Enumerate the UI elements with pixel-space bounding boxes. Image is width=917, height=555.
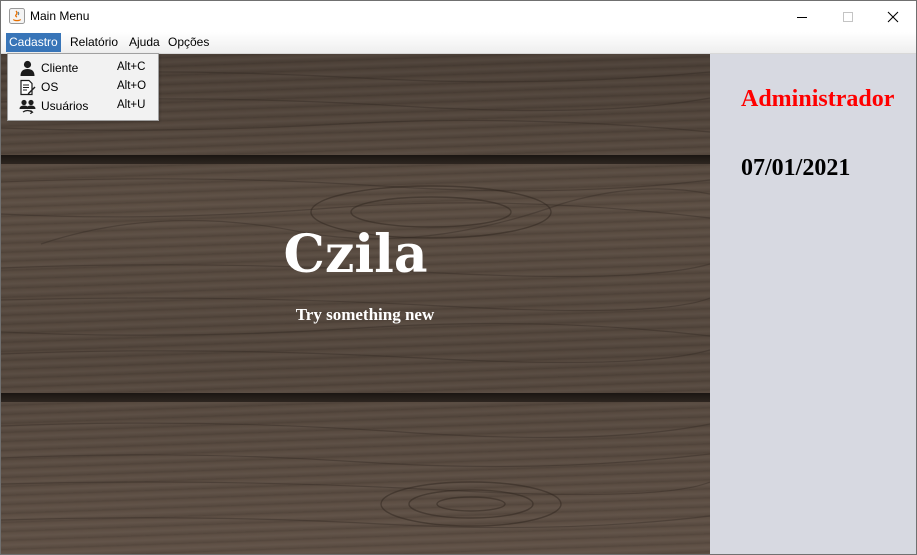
main-window: Main Menu Cadastro Relatório Ajuda Opçõe… bbox=[0, 0, 917, 555]
window-title: Main Menu bbox=[30, 9, 90, 23]
document-edit-icon bbox=[20, 79, 36, 96]
minimize-icon bbox=[797, 16, 807, 18]
close-icon bbox=[887, 11, 899, 22]
accelerator-label: Alt+U bbox=[117, 99, 146, 111]
minimize-button[interactable] bbox=[779, 1, 825, 32]
wood-grain-texture bbox=[1, 71, 710, 529]
maximize-icon bbox=[843, 11, 853, 22]
menu-bar: Cadastro Relatório Ajuda Opções bbox=[1, 32, 916, 54]
background-image: Czila Try something new bbox=[1, 54, 710, 554]
plank-seam bbox=[1, 393, 710, 402]
menu-relatorio[interactable]: Relatório bbox=[67, 33, 121, 52]
cadastro-dropdown: Cliente Alt+C OS Alt+O Usuários Alt+U bbox=[7, 53, 159, 121]
menu-item-cliente[interactable]: Cliente Alt+C bbox=[8, 59, 158, 78]
side-panel: Administrador 07/01/2021 bbox=[710, 54, 916, 554]
date-label: 07/01/2021 bbox=[741, 155, 851, 181]
menu-item-os[interactable]: OS Alt+O bbox=[8, 78, 158, 97]
users-icon bbox=[19, 99, 36, 115]
accelerator-label: Alt+O bbox=[117, 80, 147, 92]
menu-item-label: Cliente bbox=[41, 61, 79, 75]
brand-subtitle: Try something new bbox=[295, 305, 435, 324]
user-icon bbox=[20, 60, 35, 76]
user-role-label: Administrador bbox=[741, 86, 895, 112]
java-app-icon bbox=[9, 8, 25, 24]
accelerator-label: Alt+C bbox=[117, 61, 146, 73]
menu-cadastro[interactable]: Cadastro bbox=[6, 33, 61, 52]
maximize-button[interactable] bbox=[825, 1, 871, 32]
menu-ajuda[interactable]: Ajuda bbox=[126, 33, 163, 52]
close-button[interactable] bbox=[870, 1, 916, 32]
menu-item-usuarios[interactable]: Usuários Alt+U bbox=[8, 97, 158, 116]
menu-opcoes[interactable]: Opções bbox=[165, 33, 212, 52]
menu-item-label: OS bbox=[41, 80, 59, 94]
brand-title: Czila bbox=[283, 224, 428, 285]
title-bar[interactable]: Main Menu bbox=[1, 1, 916, 32]
plank-seam bbox=[1, 155, 710, 164]
menu-item-label: Usuários bbox=[41, 99, 89, 113]
